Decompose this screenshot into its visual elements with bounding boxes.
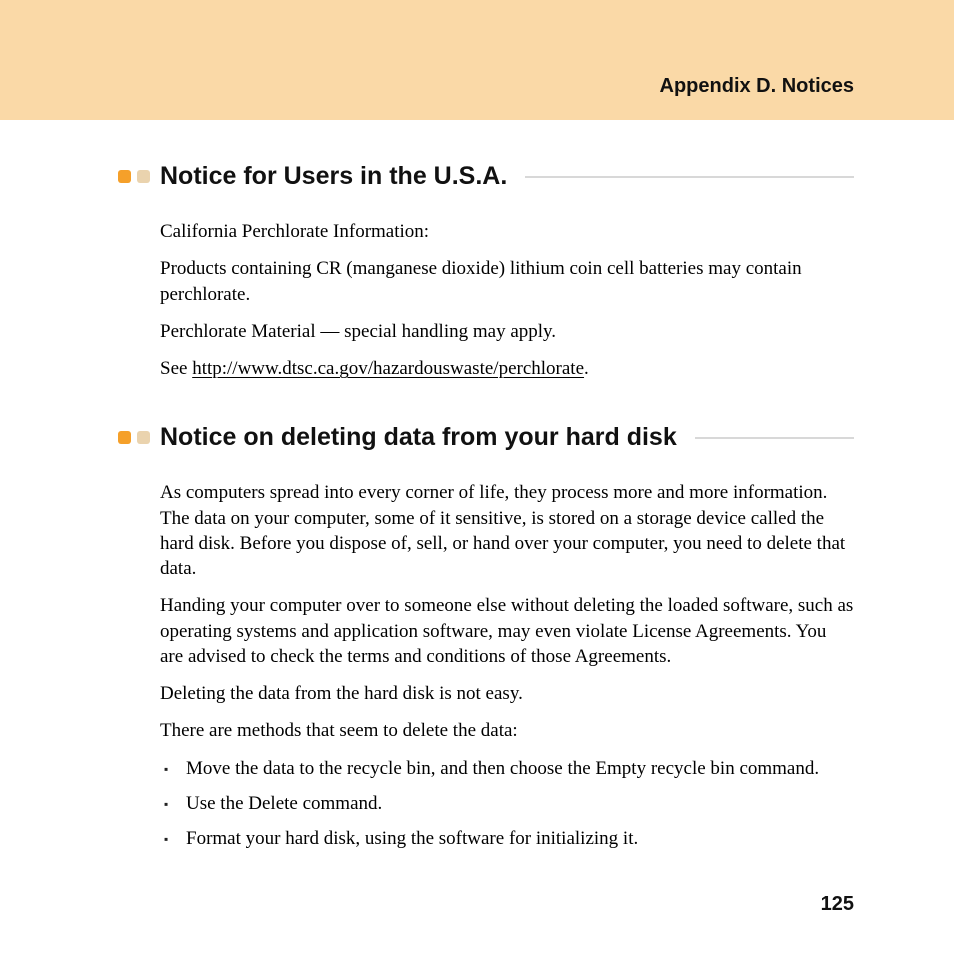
header-band: Appendix D. Notices bbox=[0, 0, 954, 120]
section-heading: Notice for Users in the U.S.A. bbox=[160, 162, 507, 191]
heading-rule bbox=[525, 176, 854, 178]
list-item: Format your hard disk, using the softwar… bbox=[160, 826, 854, 851]
section-heading: Notice on deleting data from your hard d… bbox=[160, 423, 677, 452]
heading-bullets bbox=[118, 431, 150, 444]
body-paragraph: There are methods that seem to delete th… bbox=[160, 718, 854, 743]
list-item: Move the data to the recycle bin, and th… bbox=[160, 756, 854, 781]
heading-bullets bbox=[118, 170, 150, 183]
perchlorate-link[interactable]: http://www.dtsc.ca.gov/hazardouswaste/pe… bbox=[192, 358, 584, 379]
section-heading-row: Notice on deleting data from your hard d… bbox=[118, 423, 854, 452]
content-area: Notice for Users in the U.S.A. Californi… bbox=[0, 162, 954, 852]
see-prefix: See bbox=[160, 358, 192, 379]
body-paragraph: As computers spread into every corner of… bbox=[160, 480, 854, 581]
header-title: Appendix D. Notices bbox=[660, 75, 854, 98]
list-item: Use the Delete command. bbox=[160, 791, 854, 816]
body-paragraph: Products containing CR (manganese dioxid… bbox=[160, 256, 854, 307]
section-body: As computers spread into every corner of… bbox=[160, 480, 854, 851]
body-paragraph: Deleting the data from the hard disk is … bbox=[160, 681, 854, 706]
page-number: 125 bbox=[821, 893, 854, 916]
heading-rule bbox=[695, 437, 854, 439]
square-bullet-icon bbox=[118, 431, 131, 444]
body-paragraph: Perchlorate Material — special handling … bbox=[160, 319, 854, 344]
section-body: California Perchlorate Information: Prod… bbox=[160, 219, 854, 381]
section-deleting-data: Notice on deleting data from your hard d… bbox=[120, 423, 854, 851]
body-paragraph: Handing your computer over to someone el… bbox=[160, 593, 854, 669]
body-paragraph: California Perchlorate Information: bbox=[160, 219, 854, 244]
see-suffix: . bbox=[584, 358, 589, 379]
section-heading-row: Notice for Users in the U.S.A. bbox=[118, 162, 854, 191]
bullet-list: Move the data to the recycle bin, and th… bbox=[160, 756, 854, 852]
square-bullet-icon bbox=[118, 170, 131, 183]
body-paragraph: See http://www.dtsc.ca.gov/hazardouswast… bbox=[160, 356, 854, 381]
document-page: Appendix D. Notices Notice for Users in … bbox=[0, 0, 954, 954]
square-bullet-icon bbox=[137, 431, 150, 444]
section-usa-notice: Notice for Users in the U.S.A. Californi… bbox=[120, 162, 854, 381]
square-bullet-icon bbox=[137, 170, 150, 183]
